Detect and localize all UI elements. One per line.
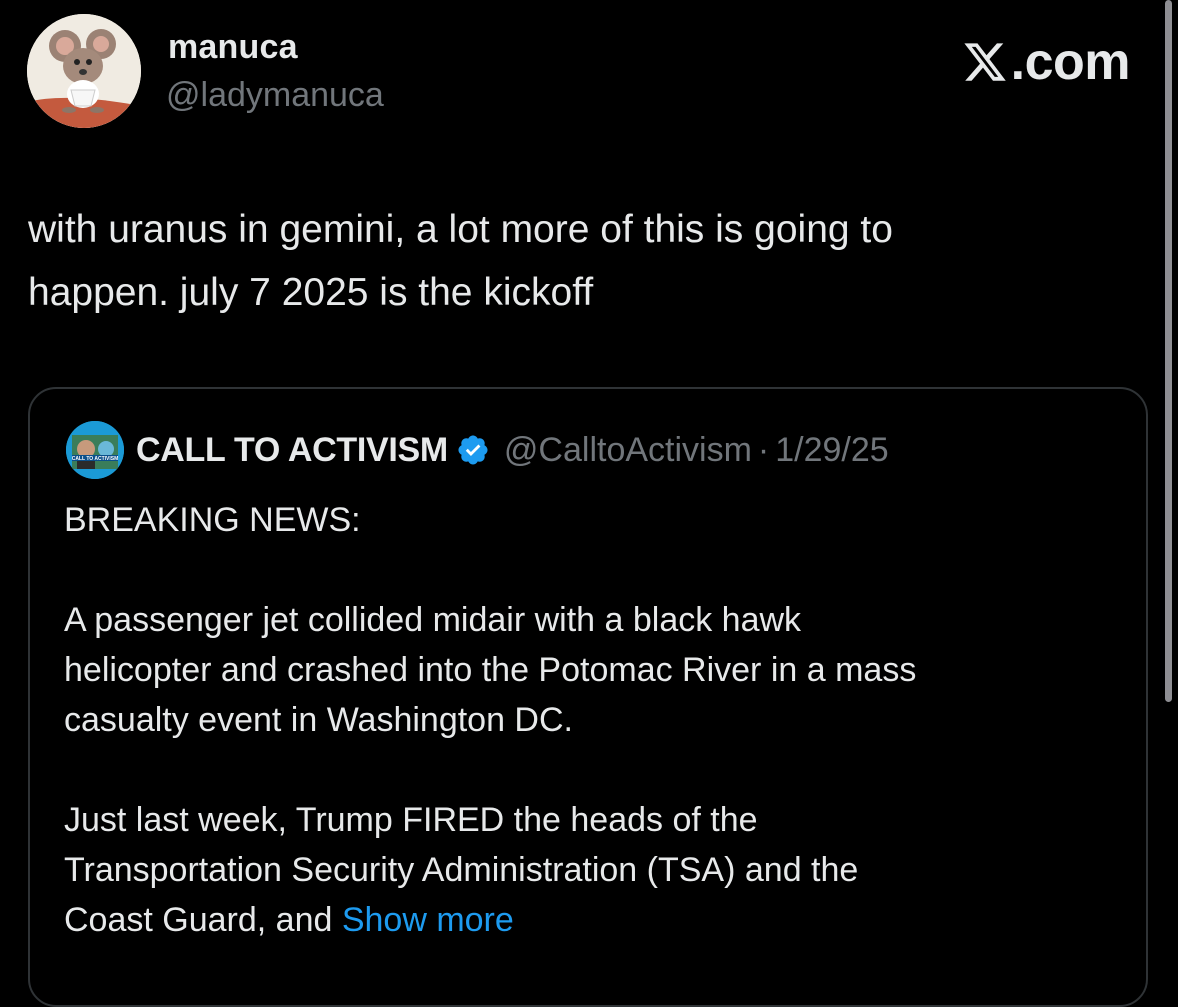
author-avatar[interactable]	[27, 14, 141, 128]
x-com-watermark: .com	[961, 32, 1131, 92]
brand-label: .com	[1010, 33, 1131, 91]
avatar-logo-text: CALL TO ACTIVISM	[72, 456, 119, 462]
scrollbar[interactable]	[1165, 0, 1172, 702]
quoted-post-line-breaking: BREAKING NEWS:	[64, 501, 361, 539]
author-handle[interactable]: @ladymanuca	[166, 76, 384, 115]
quoted-post-paragraph: A passenger jet collided midair with a b…	[64, 601, 917, 739]
post-text: with uranus in gemini, a lot more of thi…	[28, 208, 893, 314]
call-to-activism-avatar-image: CALL TO ACTIVISM	[66, 421, 124, 479]
quoted-post-card[interactable]: CALL TO ACTIVISM CALL TO ACTIVISM @Callt…	[28, 387, 1148, 1007]
verified-badge-icon	[458, 435, 488, 465]
header-separator: ·	[757, 430, 770, 469]
quoted-author-handle[interactable]: @CalltoActivism	[504, 431, 752, 470]
quoted-author-avatar[interactable]: CALL TO ACTIVISM	[66, 421, 124, 479]
x-logo-icon	[964, 43, 1006, 81]
quoted-post-body: BREAKING NEWS: A passenger jet collided …	[64, 495, 1124, 945]
quoted-post-paragraph-truncated: Just last week, Trump FIRED the heads of…	[64, 795, 1124, 945]
quoted-post-date[interactable]: 1/29/25	[775, 431, 888, 470]
quoted-post-header: CALL TO ACTIVISM CALL TO ACTIVISM @Callt…	[66, 421, 889, 479]
show-more-link[interactable]: Show more	[342, 901, 514, 939]
mouse-cartoon-avatar-image	[27, 14, 141, 128]
quoted-author-name[interactable]: CALL TO ACTIVISM	[136, 431, 448, 470]
author-name[interactable]: manuca	[168, 28, 298, 67]
